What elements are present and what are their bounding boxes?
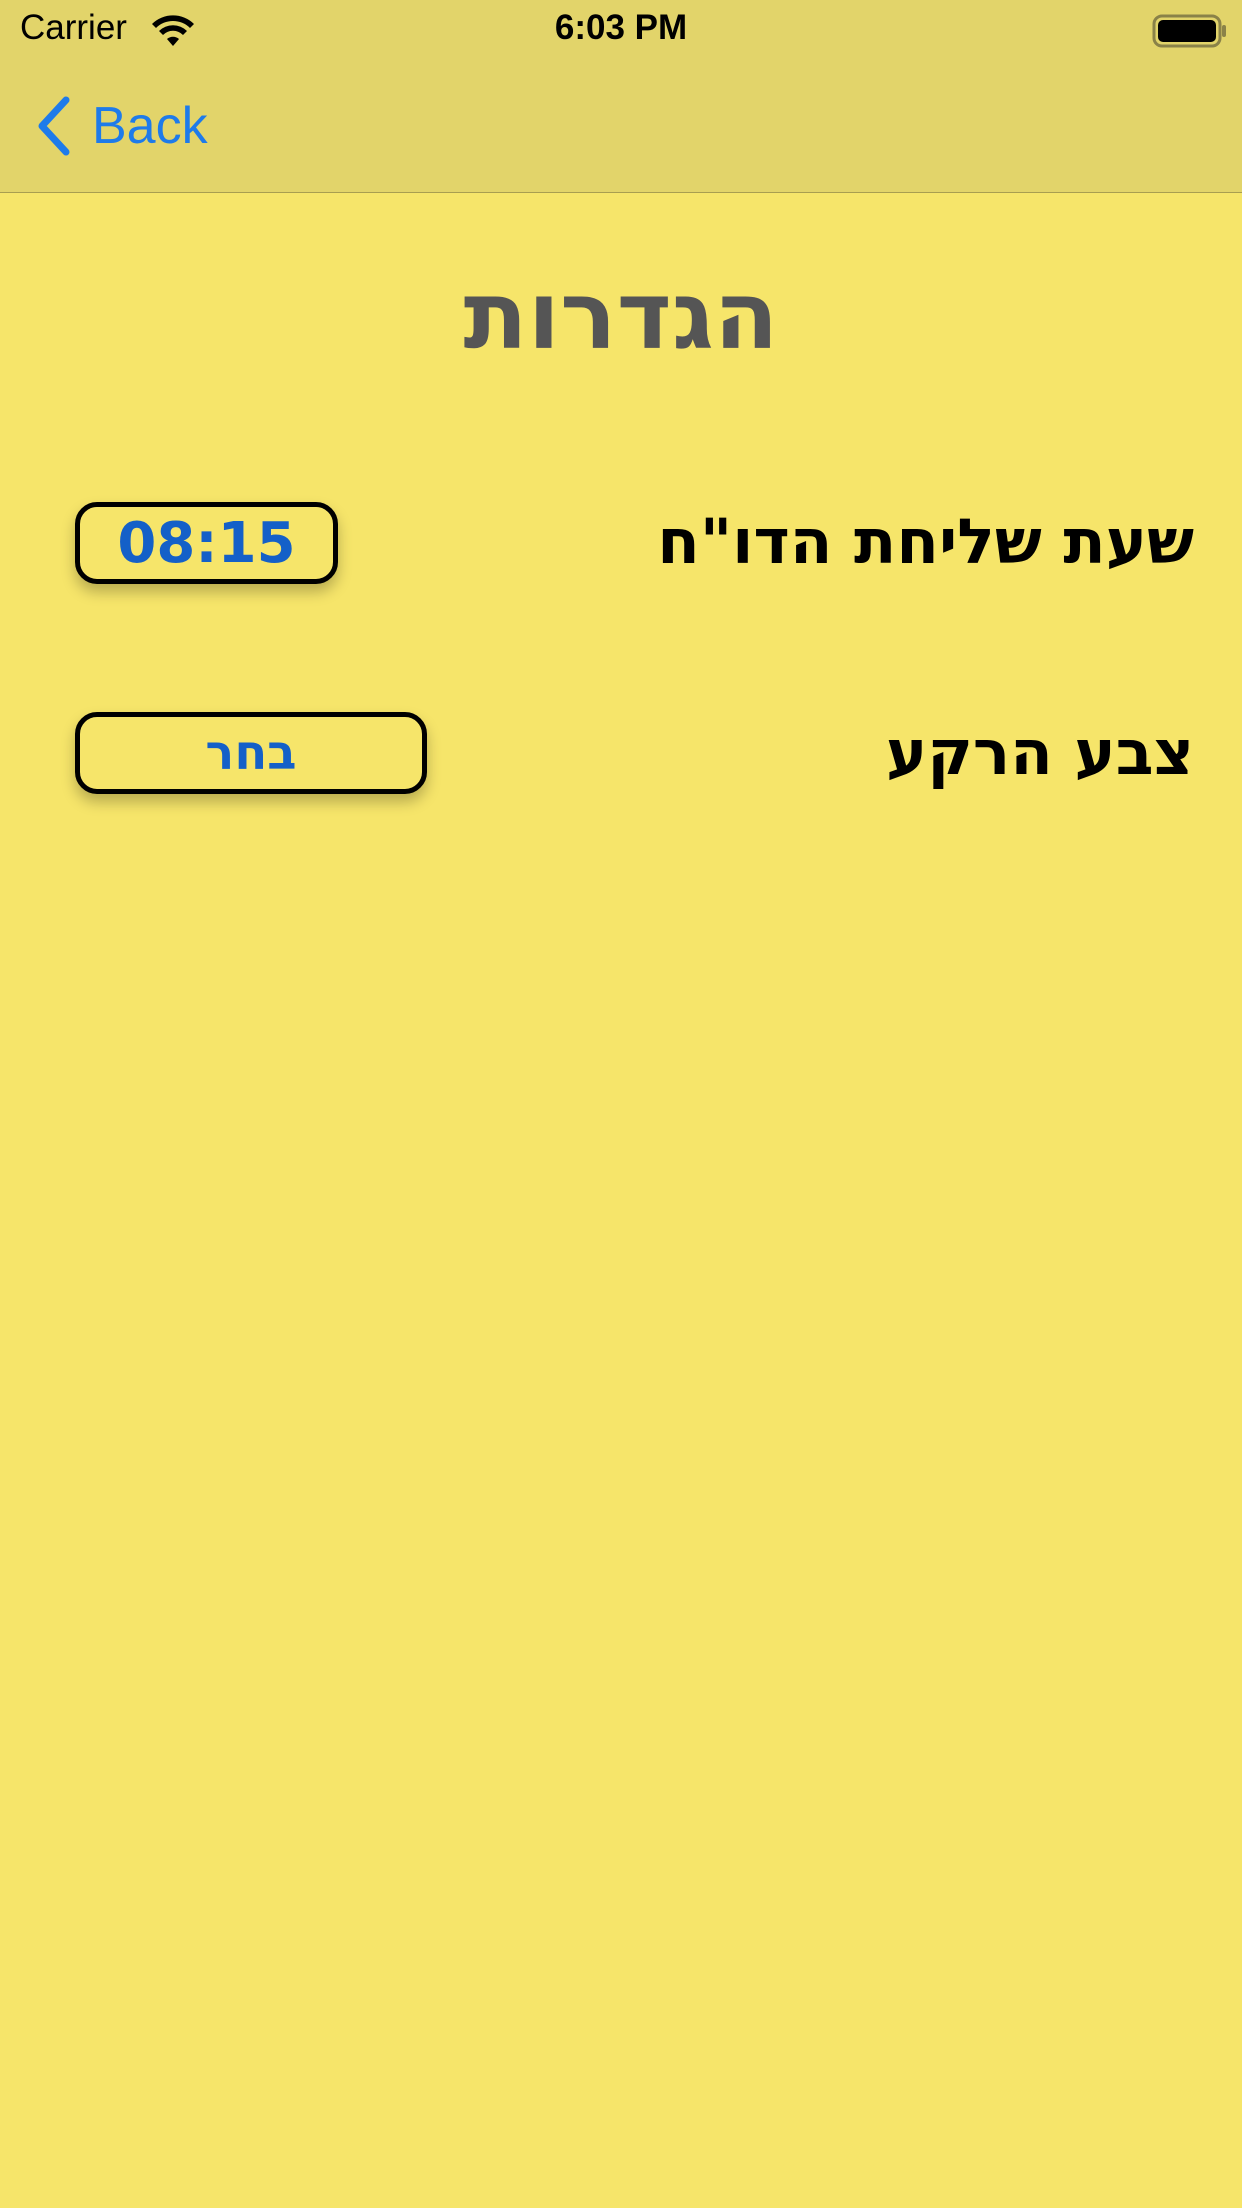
report-time-button[interactable]: 08:15 bbox=[75, 502, 338, 584]
background-color-label: צבע הרקע bbox=[885, 716, 1194, 789]
status-time: 6:03 PM bbox=[554, 8, 688, 47]
page-title: הגדרות bbox=[463, 262, 779, 371]
choose-color-button[interactable]: בחר bbox=[75, 712, 427, 794]
navigation-bar: Carrier 6:03 PM Back bbox=[0, 0, 1242, 193]
report-time-label: שעת שליחת הדו"ח bbox=[657, 505, 1194, 578]
settings-screen: Carrier 6:03 PM Back הגדרות שעת שליחת הד… bbox=[0, 0, 1242, 2208]
status-bar: Carrier 6:03 PM bbox=[0, 0, 1242, 62]
back-button[interactable]: Back bbox=[36, 94, 208, 158]
battery-icon bbox=[1152, 14, 1226, 48]
chevron-left-icon bbox=[38, 96, 70, 156]
back-label: Back bbox=[92, 97, 208, 155]
